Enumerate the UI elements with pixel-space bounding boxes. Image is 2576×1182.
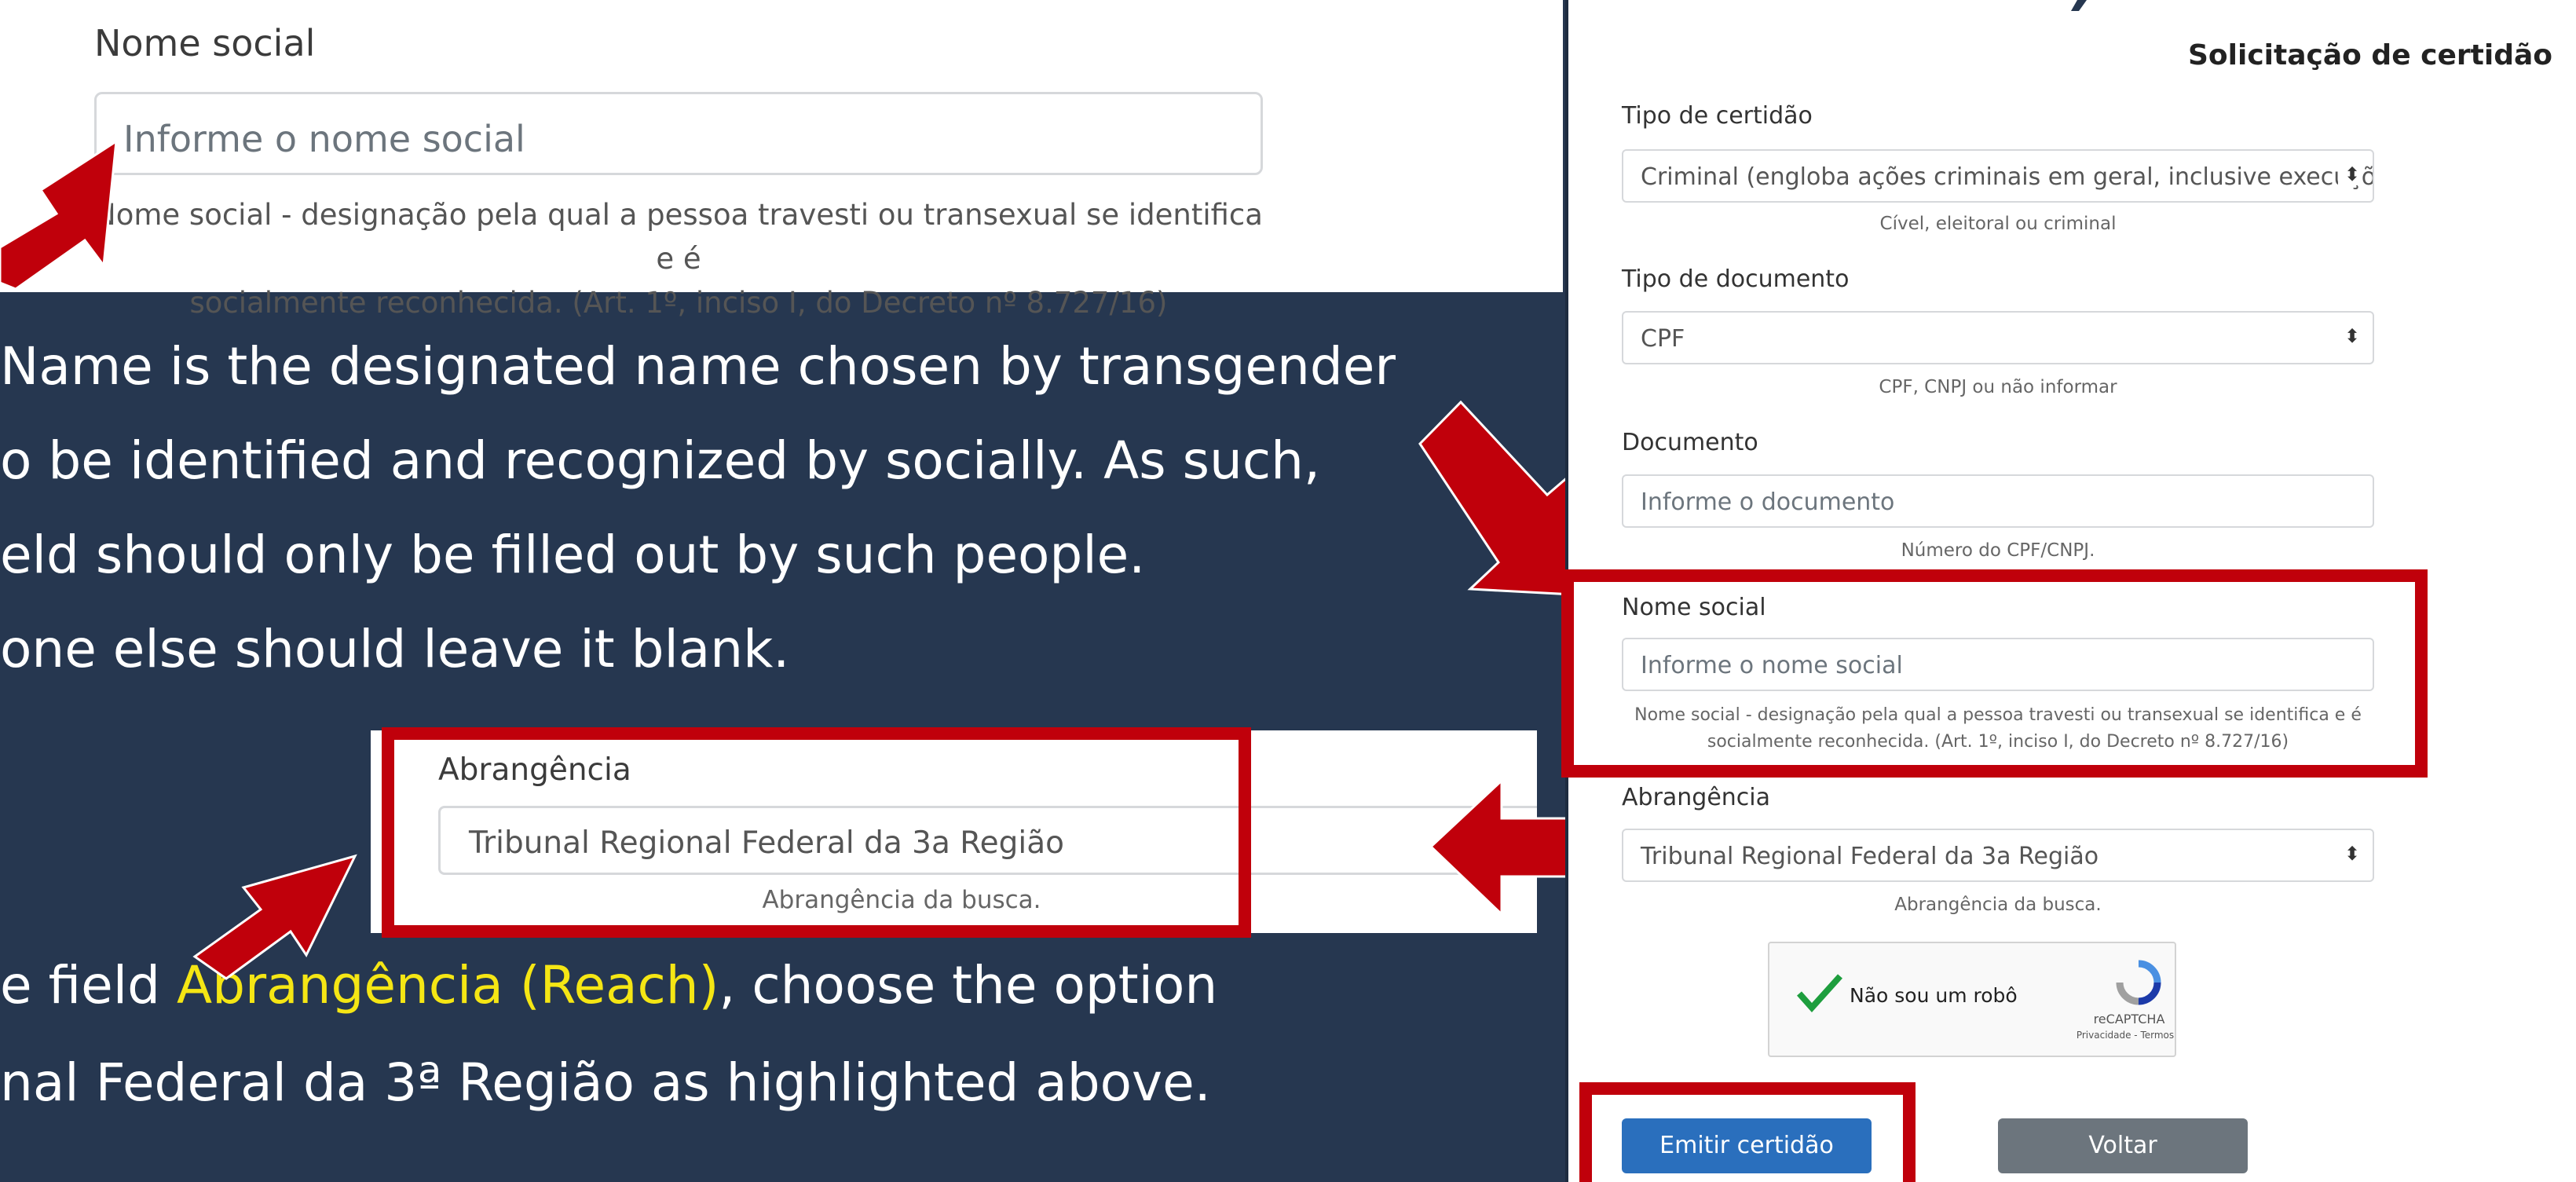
select-caret-icon: ⬍ bbox=[2337, 843, 2360, 865]
arrow-icon-nome-zoom bbox=[0, 141, 118, 291]
documento-label: Documento bbox=[1622, 429, 1758, 456]
abrangencia-select[interactable]: Tribunal Regional Federal da 3a Região ⬍ bbox=[1622, 829, 2374, 882]
tipo-certidao-value: Criminal (engloba ações criminais em ger… bbox=[1641, 163, 2373, 191]
zoom-nome-social-label: Nome social bbox=[94, 22, 316, 64]
arrow-icon-abrangencia-zoom bbox=[192, 854, 357, 980]
tipo-documento-help: CPF, CNPJ ou não informar bbox=[1879, 377, 2117, 397]
abrangencia-help: Abrangência da busca. bbox=[1894, 895, 2102, 915]
checkmark-icon bbox=[1797, 974, 1842, 1012]
zoom-nome-help-line2: socialmente reconhecida. (Art. 1º, incis… bbox=[189, 286, 1168, 320]
tipo-documento-select[interactable]: CPF ⬍ bbox=[1622, 311, 2374, 364]
documento-help: Número do CPF/CNPJ. bbox=[1901, 540, 2095, 561]
recaptcha-brand: reCAPTCHA bbox=[2093, 1012, 2165, 1026]
caption-line-5-prefix: e field bbox=[0, 955, 177, 1015]
panel-divider-icon bbox=[2071, 0, 2087, 11]
recaptcha-links[interactable]: Privacidade - Termos bbox=[2076, 1030, 2175, 1041]
caption-line-1: Name is the designated name chosen by tr… bbox=[0, 336, 1396, 397]
tipo-documento-label: Tipo de documento bbox=[1622, 265, 1850, 293]
tipo-certidao-help: Cível, eleitoral ou criminal bbox=[1879, 214, 2117, 234]
select-caret-icon: ⬍ bbox=[2337, 325, 2360, 347]
highlight-box-nome-social bbox=[1561, 569, 2428, 778]
recaptcha-widget[interactable]: Não sou um robô reCAPTCHA Privacidade - … bbox=[1768, 942, 2176, 1057]
recaptcha-label: Não sou um robô bbox=[1850, 984, 2018, 1007]
highlight-box-zoom-abrangencia bbox=[382, 727, 1251, 938]
form-title: Solicitação de certidão bbox=[2188, 39, 2552, 71]
zoom-nome-social-panel: Nome social Informe o nome social Nome s… bbox=[0, 0, 1563, 320]
caption-line-2: o be identified and recognized by social… bbox=[0, 430, 1320, 491]
zoom-nome-help-line1: Nome social - designação pela qual a pes… bbox=[94, 198, 1263, 276]
caption-line-4: one else should leave it blank. bbox=[0, 619, 790, 679]
zoom-nome-social-input[interactable]: Informe o nome social bbox=[94, 92, 1263, 175]
select-caret-icon: ⬍ bbox=[2337, 163, 2360, 185]
tipo-certidao-label: Tipo de certidão bbox=[1622, 102, 1813, 130]
documento-input[interactable]: Informe o documento bbox=[1622, 474, 2374, 528]
caption-line-5: e field Abrangência (Reach), choose the … bbox=[0, 955, 1217, 1015]
zoom-nome-social-help: Nome social - designação pela qual a pes… bbox=[94, 193, 1263, 325]
tipo-documento-value: CPF bbox=[1641, 325, 1685, 353]
caption-line-6: nal Federal da 3ª Região as highlighted … bbox=[0, 1052, 1211, 1113]
tipo-certidao-select[interactable]: Criminal (engloba ações criminais em ger… bbox=[1622, 149, 2374, 203]
highlight-box-emitir bbox=[1579, 1082, 1916, 1182]
caption-line-3: eld should only be filled out by such pe… bbox=[0, 525, 1146, 585]
abrangencia-value: Tribunal Regional Federal da 3a Região bbox=[1641, 843, 2099, 870]
voltar-button[interactable]: Voltar bbox=[1998, 1118, 2248, 1173]
recaptcha-logo-icon bbox=[2116, 960, 2161, 1005]
caption-line-5-suffix: , choose the option bbox=[719, 955, 1218, 1015]
abrangencia-label: Abrangência bbox=[1622, 784, 1771, 811]
